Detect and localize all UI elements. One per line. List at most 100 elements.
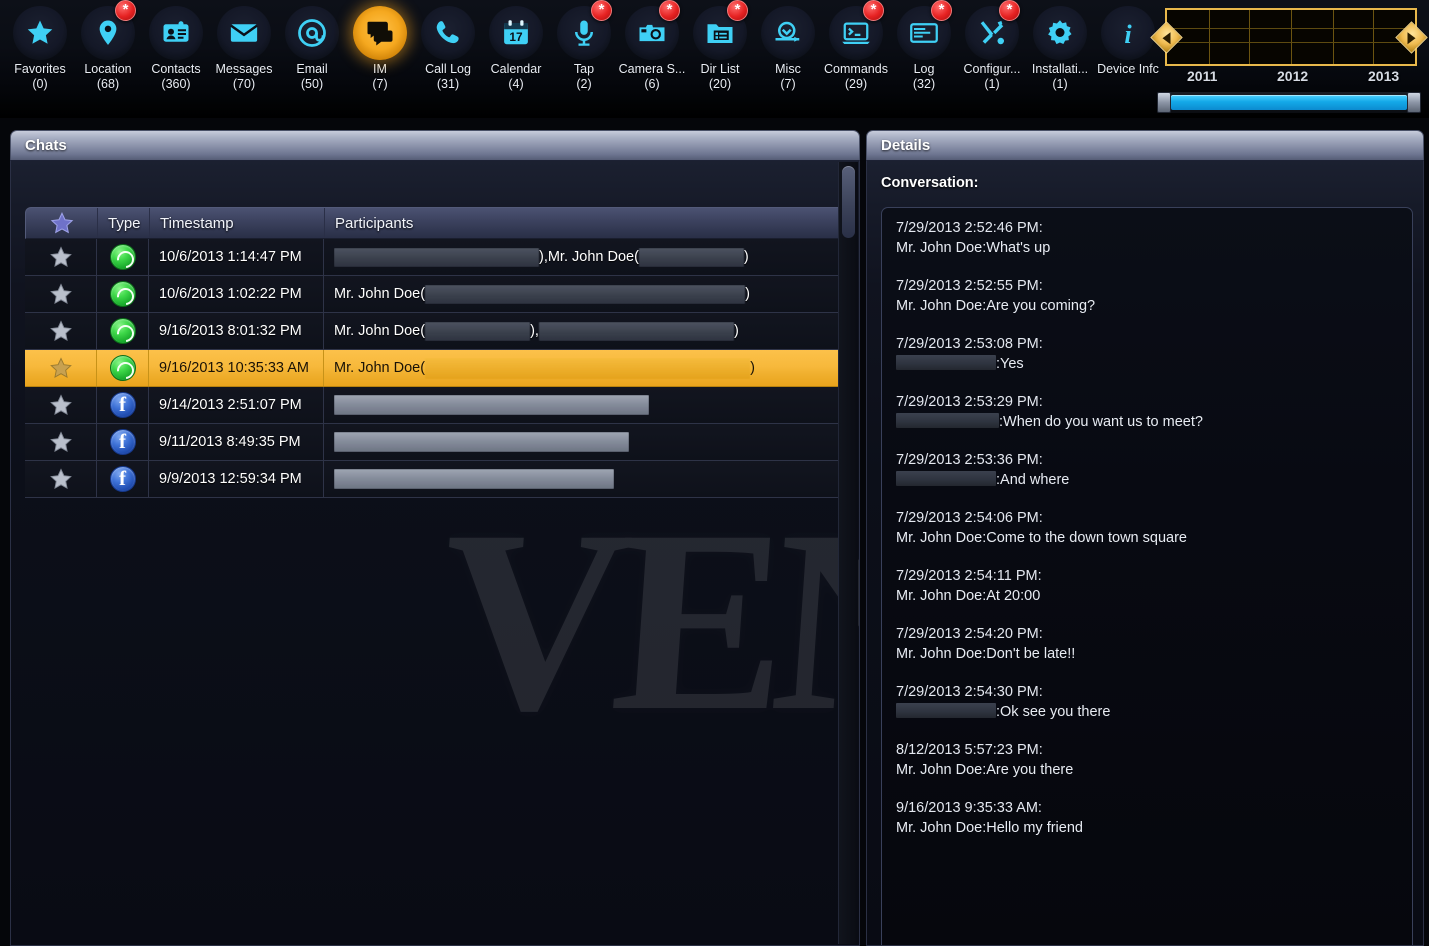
row-timestamp: 10/6/2013 1:02:22 PM: [159, 286, 302, 302]
row-favorite-cell[interactable]: [25, 313, 97, 349]
timeline-scrollbar[interactable]: [1157, 92, 1421, 113]
whatsapp-icon: [109, 244, 136, 270]
toolbar-item-commands[interactable]: * Commands (29): [822, 0, 890, 92]
message-timestamp: 7/29/2013 2:54:20 PM:: [896, 626, 1043, 642]
toolbar-item-icon-wrap: [285, 6, 339, 60]
message-timestamp: 7/29/2013 2:53:36 PM:: [896, 452, 1043, 468]
message-text: Mr. John Doe:Come to the down town squar…: [896, 530, 1187, 546]
row-timestamp-cell: 9/11/2013 8:49:35 PM: [149, 424, 324, 460]
conversation-list[interactable]: 7/29/2013 2:52:46 PM: Mr. John Doe:What's…: [881, 207, 1413, 945]
toolbar-item-count: (7): [372, 77, 388, 91]
toolbar-item-contacts[interactable]: Contacts (360): [142, 0, 210, 92]
message-timestamp: 8/12/2013 5:57:23 PM:: [896, 742, 1043, 758]
notification-badge-label: *: [122, 1, 129, 18]
favorite-star-icon[interactable]: [48, 467, 74, 492]
timeline-grip-left[interactable]: [1157, 92, 1171, 113]
participant-text: ): [743, 249, 749, 265]
participant-text: ): [733, 323, 739, 339]
timeline-scroll-thumb[interactable]: [1171, 95, 1407, 110]
chats-vertical-scrollbar[interactable]: [838, 162, 858, 944]
toolbar-item-icon-wrap: [1033, 6, 1087, 60]
toolbar-item-messages[interactable]: Messages (70): [210, 0, 278, 92]
whatsapp-icon: [109, 355, 136, 381]
timeline-year: 2013: [1368, 68, 1400, 84]
table-row[interactable]: 9/14/2013 2:51:07 PM: [25, 387, 845, 424]
notification-badge-label: *: [734, 1, 741, 18]
message-text: Mr. John Doe:Don't be late!!: [896, 646, 1076, 662]
row-participants: Mr. John Doe(): [334, 284, 750, 304]
row-favorite-cell[interactable]: [25, 276, 97, 312]
main-toolbar: Favorites (0) * Location (68) Contacts (360) Me…: [0, 0, 1429, 118]
table-row[interactable]: 9/11/2013 8:49:35 PM: [25, 424, 845, 461]
column-header-favorite[interactable]: [26, 208, 98, 238]
message-timestamp: 7/29/2013 2:53:08 PM:: [896, 336, 1043, 352]
table-row[interactable]: 10/6/2013 1:02:22 PM Mr. John Doe(): [25, 276, 845, 313]
favorite-star-icon[interactable]: [48, 393, 74, 418]
favorite-star-icon[interactable]: [48, 245, 74, 270]
row-favorite-cell[interactable]: [25, 387, 97, 423]
envelope-icon: [227, 18, 261, 48]
message-body: :Yes: [896, 354, 1400, 374]
favorite-star-icon[interactable]: [48, 282, 74, 307]
toolbar-item-icon-wrap: [761, 6, 815, 60]
table-row[interactable]: 9/16/2013 10:35:33 AM Mr. John Doe(): [25, 350, 845, 387]
conversation-message: 7/29/2013 2:53:29 PM::When do you want u…: [896, 392, 1400, 432]
timeline-widget[interactable]: 2011 2012 2013: [1150, 4, 1428, 116]
favorite-star-icon[interactable]: [48, 430, 74, 455]
toolbar-item-count: (31): [436, 77, 460, 91]
toolbar-item-label: Installati...: [1031, 62, 1089, 76]
notification-badge-icon: *: [591, 0, 612, 21]
toolbar-item-icon-wrap: [421, 6, 475, 60]
row-type-cell: [97, 313, 149, 349]
toolbar-item-misc[interactable]: Misc (7): [754, 0, 822, 92]
row-type-cell: [97, 276, 149, 312]
favorite-star-icon[interactable]: [48, 319, 74, 344]
conversation-message: 7/29/2013 2:53:08 PM::Yes: [896, 334, 1400, 374]
favorite-star-icon[interactable]: [48, 356, 74, 381]
row-favorite-cell[interactable]: [25, 461, 97, 497]
toolbar-item-location[interactable]: * Location (68): [74, 0, 142, 92]
message-text: :When do you want us to meet?: [999, 414, 1203, 430]
toolbar-item-installati[interactable]: Installati... (1): [1026, 0, 1094, 92]
notification-badge-icon: *: [863, 0, 884, 21]
timeline-grip-right[interactable]: [1407, 92, 1421, 113]
whatsapp-icon: [109, 318, 136, 344]
table-row[interactable]: 9/16/2013 8:01:32 PM Mr. John Doe(),): [25, 313, 845, 350]
chats-scroll-thumb[interactable]: [842, 166, 855, 238]
row-favorite-cell[interactable]: [25, 239, 97, 275]
participant-text: ),: [530, 323, 539, 339]
row-participants-cell: [324, 387, 845, 423]
column-header-type[interactable]: Type: [98, 208, 150, 238]
row-favorite-cell[interactable]: [25, 350, 97, 386]
table-row[interactable]: 9/9/2013 12:59:34 PM: [25, 461, 845, 498]
toolbar-item-dir-list[interactable]: * Dir List (20): [686, 0, 754, 92]
toolbar-item-im[interactable]: IM (7): [346, 0, 414, 92]
message-text: :And where: [996, 472, 1070, 488]
contact-card-icon: [159, 18, 193, 48]
toolbar-item-email[interactable]: Email (50): [278, 0, 346, 92]
message-body: Mr. John Doe:Don't be late!!: [896, 644, 1400, 664]
details-panel: Details Conversation: 7/29/2013 2:52:46 …: [866, 130, 1424, 946]
toolbar-item-log[interactable]: * Log (32): [890, 0, 958, 92]
toolbar-item-configur[interactable]: * Configur... (1): [958, 0, 1026, 92]
toolbar-item-call-log[interactable]: Call Log (31): [414, 0, 482, 92]
phone-icon: [431, 18, 465, 48]
toolbar-item-calendar[interactable]: 17 Calendar (4): [482, 0, 550, 92]
row-type-cell: [97, 239, 149, 275]
participant-text: ): [745, 286, 750, 302]
column-header-participants[interactable]: Participants: [325, 208, 844, 238]
toolbar-item-tap[interactable]: * Tap (2): [550, 0, 618, 92]
row-participants: Mr. John Doe(): [334, 357, 755, 379]
notification-badge-icon: *: [115, 0, 136, 21]
message-body: :When do you want us to meet?: [896, 412, 1400, 432]
column-header-timestamp[interactable]: Timestamp: [150, 208, 325, 238]
table-row[interactable]: 10/6/2013 1:14:47 PM),Mr. John Doe(): [25, 239, 845, 276]
toolbar-item-label: Device Infc: [1097, 62, 1159, 76]
notification-badge-label: *: [1006, 1, 1013, 18]
timeline-track[interactable]: [1165, 8, 1417, 66]
toolbar-item-count: (6): [644, 77, 660, 91]
toolbar-item-favorites[interactable]: Favorites (0): [6, 0, 74, 92]
row-favorite-cell[interactable]: [25, 424, 97, 460]
toolbar-item-camera-s[interactable]: * Camera S... (6): [618, 0, 686, 92]
notification-badge-icon: *: [999, 0, 1020, 21]
